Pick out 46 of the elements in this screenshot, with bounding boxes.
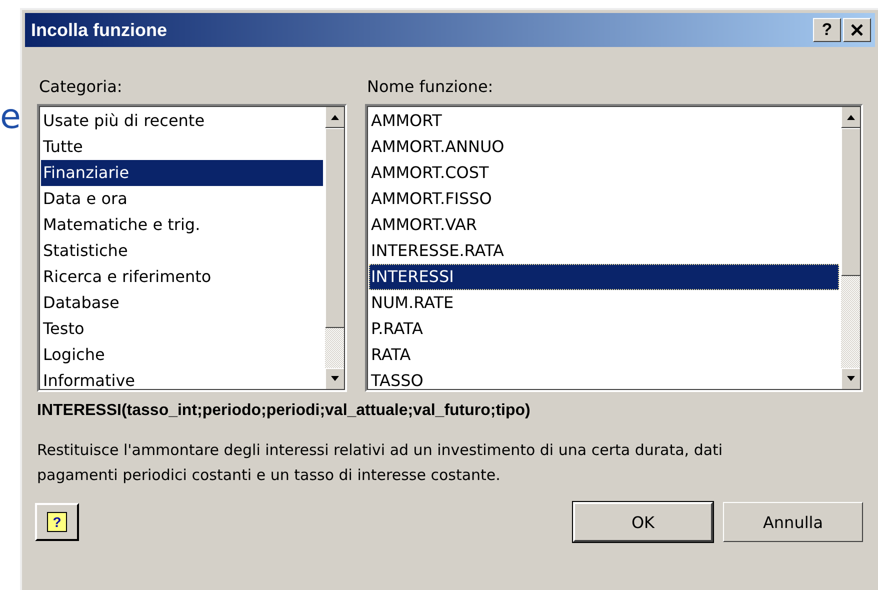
function-signature: INTERESSI(tasso_int;periodo;periodi;val_attuale;val_futuro;tipo) — [37, 402, 532, 420]
list-item[interactable]: AMMORT.ANNUO — [369, 134, 839, 160]
list-item[interactable]: NUM.RATE — [369, 290, 839, 316]
list-item[interactable]: INTERESSI — [369, 264, 839, 290]
list-item[interactable]: Data e ora — [41, 186, 323, 212]
list-item[interactable]: INTERESSE.RATA — [369, 238, 839, 264]
up-arrow-icon — [330, 114, 340, 120]
list-item[interactable]: Ricerca e riferimento — [41, 264, 323, 290]
background-text: e — [0, 100, 20, 139]
list-item[interactable]: AMMORT — [369, 108, 839, 134]
scroll-thumb[interactable] — [325, 128, 345, 328]
up-arrow-icon — [846, 114, 856, 120]
help-button[interactable]: ? — [35, 503, 79, 541]
list-item[interactable]: Matematiche e trig. — [41, 212, 323, 238]
cancel-button[interactable]: Annulla — [723, 502, 863, 542]
ok-button[interactable]: OK — [573, 502, 713, 542]
scroll-thumb[interactable] — [841, 128, 861, 276]
list-item[interactable]: RATA — [369, 342, 839, 368]
list-item[interactable]: Logiche — [41, 342, 323, 368]
scroll-up-button[interactable] — [841, 106, 861, 128]
list-label: Categoria: — [38, 76, 124, 98]
window-title: Incolla funzione — [31, 20, 168, 40]
list-item[interactable]: AMMORT.COST — [369, 160, 839, 186]
list-box[interactable]: Usate più di recente Tutte Finanziarie Data e ora Matematiche e trig. Statistiche Ricerca e riferimento Database Testo Logiche Informative — [37, 104, 347, 392]
list-item[interactable]: P.RATA — [369, 316, 839, 342]
scroll-up-button[interactable] — [325, 106, 345, 128]
list-item[interactable]: Usate più di recente — [41, 108, 323, 134]
help-button[interactable]: ? — [813, 18, 841, 42]
close-button[interactable] — [843, 18, 871, 42]
scroll-down-button[interactable] — [841, 368, 861, 390]
list-item[interactable]: Database — [41, 290, 323, 316]
function-description: Restituisce l'ammontare degli interessi relativi ad un investimento di una certa durata, dati pagamenti periodici costanti e un tasso di interesse costante. — [37, 440, 724, 486]
list-item[interactable]: Finanziarie — [41, 160, 323, 186]
down-arrow-icon — [846, 376, 856, 382]
list-item[interactable]: Informative — [41, 368, 323, 394]
list-item[interactable]: AMMORT.VAR — [369, 212, 839, 238]
down-arrow-icon — [330, 376, 340, 382]
list-label: Nome funzione: — [366, 76, 494, 98]
list-item[interactable]: Statistiche — [41, 238, 323, 264]
list-item[interactable]: Testo — [41, 316, 323, 342]
scroll-down-button[interactable] — [325, 368, 345, 390]
list-item[interactable]: AMMORT.FISSO — [369, 186, 839, 212]
list-item[interactable]: Tutte — [41, 134, 323, 160]
list-item[interactable]: TASSO — [369, 368, 839, 394]
close-icon — [851, 24, 863, 36]
list-box[interactable]: AMMORT AMMORT.ANNUO AMMORT.COST AMMORT.FISSO AMMORT.VAR INTERESSE.RATA INTERESSI NUM.RATE P.RATA RATA TASSO — [365, 104, 863, 392]
